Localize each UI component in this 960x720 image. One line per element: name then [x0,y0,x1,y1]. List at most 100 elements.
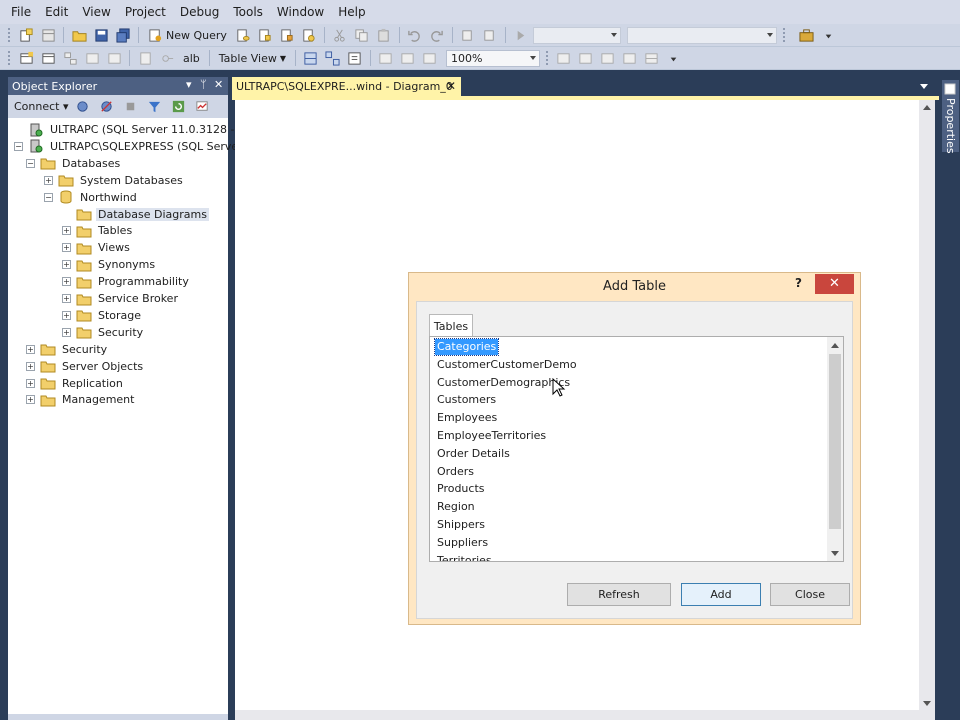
tab-diagram[interactable]: ULTRAPC\SQLEXPRE...wind - Diagram_0 ✕ [232,77,461,96]
database-engine-query-icon[interactable] [233,26,253,44]
expand-icon[interactable]: + [62,327,71,337]
activity-monitor-icon[interactable] [193,98,213,116]
toolbar-options-icon[interactable] [664,49,684,67]
connect-object-explorer-icon[interactable] [73,98,93,116]
expand-icon[interactable]: + [62,277,71,287]
list-item[interactable]: EmployeeTerritories [435,428,548,444]
add-item-icon[interactable] [38,26,58,44]
manage-indexes-icon[interactable] [420,49,440,67]
expand-icon[interactable]: + [26,378,35,388]
expand-icon[interactable]: + [62,226,71,236]
show-relationship-labels-icon[interactable] [620,49,640,67]
paste-icon[interactable] [374,26,394,44]
close-button[interactable]: Close [770,583,850,606]
properties-tab[interactable]: Properties [942,80,959,154]
copy-icon[interactable] [352,26,372,44]
connect-button[interactable]: Connect ▾ [14,100,69,113]
add-button[interactable]: Add [681,583,761,606]
expand-icon[interactable]: + [26,395,35,405]
list-item[interactable]: Region [435,499,477,515]
redo-icon[interactable] [427,26,447,44]
save-icon[interactable] [91,26,111,44]
find-combo[interactable] [626,26,777,44]
new-project-icon[interactable] [16,26,36,44]
tree-node[interactable]: + Tables [62,222,134,239]
tree-node[interactable]: + Security [62,324,145,341]
tree-node[interactable]: + Storage [62,307,143,324]
scroll-down-icon[interactable] [831,551,839,556]
disconnect-icon[interactable] [97,98,117,116]
toolbox-icon[interactable] [797,26,817,44]
tree-node[interactable]: + Security [26,341,109,358]
open-folder-icon[interactable] [69,26,89,44]
expand-icon[interactable]: + [62,310,71,320]
tree-node[interactable]: + Programmability [62,273,191,290]
tree-node[interactable]: ULTRAPC (SQL Server 11.0.3128 - ULTR [14,121,267,138]
list-item[interactable]: Employees [435,410,499,426]
stop-icon[interactable] [121,98,141,116]
tab-tables[interactable]: Tables [429,314,473,337]
menu-edit[interactable]: Edit [38,0,75,24]
list-item[interactable]: Order Details [435,446,512,462]
expand-icon[interactable]: + [44,175,53,185]
menu-file[interactable]: File [4,0,38,24]
generate-change-script-icon[interactable] [135,49,155,67]
tree-node[interactable]: − ULTRAPC\SQLEXPRESS (SQL Server 11. [14,138,266,155]
cut-icon[interactable] [330,26,350,44]
table-view-dropdown[interactable]: Table View ▼ [215,49,290,67]
menu-window[interactable]: Window [270,0,331,24]
diagram-vertical-scrollbar[interactable] [919,100,935,710]
tables-list-scrollbar[interactable] [827,337,843,561]
list-item[interactable]: Suppliers [435,535,490,551]
alb-button[interactable]: alb [179,49,204,67]
list-item[interactable]: Customers [435,392,498,408]
chevron-down-icon[interactable] [920,84,928,89]
toolbar-grip[interactable] [7,50,11,66]
scroll-thumb[interactable] [829,354,841,529]
recalculate-page-breaks-icon[interactable] [576,49,596,67]
expand-icon[interactable]: + [26,344,35,354]
tree-node[interactable]: − Databases [26,155,122,172]
list-item[interactable]: Orders [435,464,476,480]
object-explorer-hscroll[interactable] [8,714,228,720]
tree-node[interactable]: + Replication [26,375,125,392]
expand-icon[interactable]: + [62,260,71,270]
list-item[interactable]: Territories [435,553,494,561]
tree-node[interactable]: + Views [62,239,132,256]
scroll-up-icon[interactable] [923,105,931,110]
new-table-icon[interactable] [16,49,36,67]
menu-tools[interactable]: Tools [226,0,270,24]
expand-icon[interactable]: + [62,243,71,253]
start-debugging-icon[interactable] [511,26,531,44]
close-icon[interactable]: ✕ [214,78,223,91]
delete-tables-icon[interactable] [82,49,102,67]
collapse-icon[interactable]: − [26,158,35,168]
list-item[interactable]: Categories [433,338,500,356]
collapse-icon[interactable]: − [44,192,53,202]
arrange-selection-icon[interactable] [345,49,365,67]
refresh-button[interactable]: Refresh [567,583,671,606]
arrange-tables-icon[interactable] [323,49,343,67]
menu-help[interactable]: Help [331,0,372,24]
zoom-combo[interactable]: 100% [445,49,540,67]
scroll-down-icon[interactable] [923,701,931,706]
expand-icon[interactable]: + [26,361,35,371]
menu-debug[interactable]: Debug [173,0,226,24]
navigate-forward-icon[interactable] [480,26,500,44]
tree-node[interactable]: − Northwind [44,189,139,206]
collapse-icon[interactable]: − [14,141,23,151]
tree-node[interactable]: + Synonyms [62,256,157,273]
diagram-horizontal-scrollbar[interactable] [235,710,935,720]
grid-icon[interactable] [642,49,662,67]
toolbar-grip[interactable] [781,27,786,43]
tree-node[interactable]: + Service Broker [62,290,180,307]
add-table-icon[interactable] [38,49,58,67]
filter-icon[interactable] [145,98,165,116]
tree-node[interactable]: Database Diagrams [62,206,209,223]
expand-icon[interactable]: + [62,294,71,303]
view-page-breaks-icon[interactable] [598,49,618,67]
undo-icon[interactable] [405,26,425,44]
new-query-button[interactable]: New Query [144,26,231,44]
window-position-icon[interactable]: ▾ [186,78,192,91]
navigate-backward-icon[interactable] [458,26,478,44]
